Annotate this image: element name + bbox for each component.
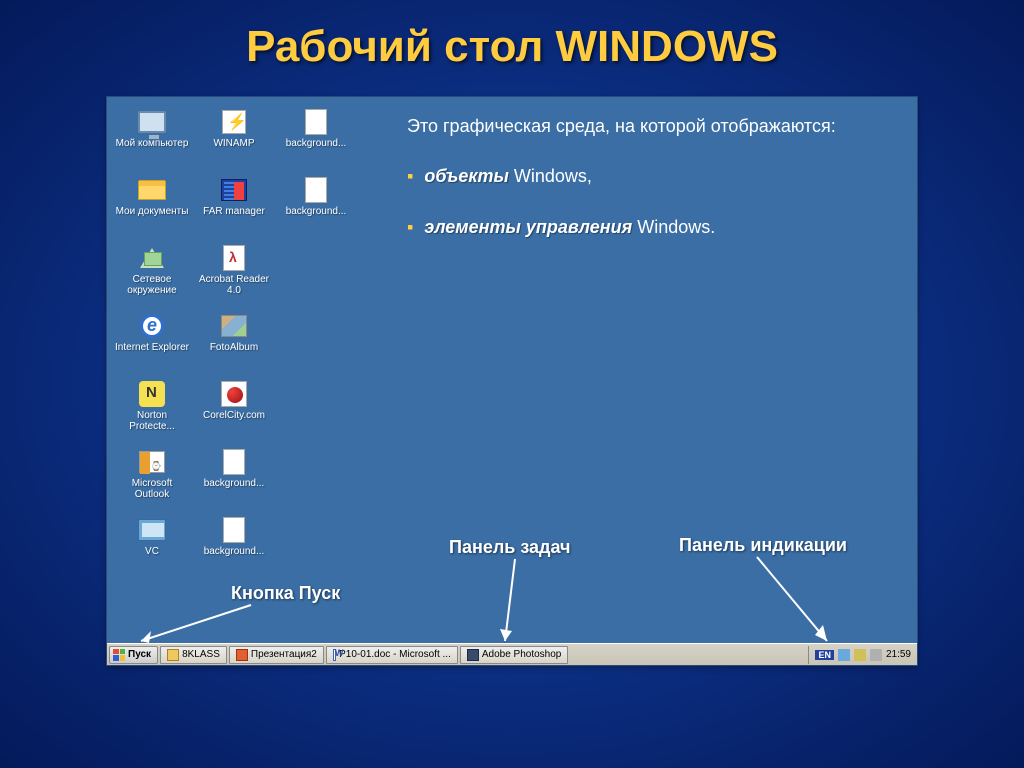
pdf-icon [219, 243, 249, 273]
vc-icon [137, 515, 167, 545]
winamp-icon [219, 107, 249, 137]
desktop-screenshot: Мой компьютер WINAMP background... Мои доку… [106, 96, 918, 666]
desktop-icon[interactable]: VC [111, 513, 193, 581]
desktop-icon[interactable]: background... [193, 445, 275, 513]
icon-label: FotoAlbum [210, 343, 258, 354]
lang-indicator[interactable]: EN [815, 650, 834, 660]
desktop-icon[interactable]: Acrobat Reader 4.0 [193, 241, 275, 309]
taskbar-item[interactable]: Adobe Photoshop [460, 646, 569, 664]
icon-label: Acrobat Reader 4.0 [197, 275, 271, 296]
icon-label: Мой компьютер [116, 139, 189, 150]
desktop-icon[interactable]: Мой компьютер [111, 105, 193, 173]
desktop-icon[interactable]: WINAMP [193, 105, 275, 173]
icon-grid: Мой компьютер WINAMP background... Мои доку… [111, 105, 357, 581]
system-tray: EN 21:59 [808, 646, 917, 664]
desktop-icon[interactable]: CorelCity.com [193, 377, 275, 445]
icon-label: background... [204, 547, 265, 558]
desktop-icon[interactable]: Мои документы [111, 173, 193, 241]
icon-label: Internet Explorer [115, 343, 189, 354]
taskbar-item-label: 8KLASS [182, 649, 220, 660]
slide-title: Рабочий стол WINDOWS [0, 0, 1024, 86]
folder-docs-icon [137, 175, 167, 205]
taskbar-item-label: P10-01.doc - Microsoft ... [339, 649, 451, 660]
desktop-icon[interactable]: Сетевое окружение [111, 241, 193, 309]
callout-start: Кнопка Пуск [231, 583, 340, 604]
app-icon [467, 649, 479, 661]
app-icon [167, 649, 179, 661]
taskbar: Пуск 8KLASS Презентация2 P10-01.doc - Micr… [107, 643, 917, 665]
desktop-icon[interactable]: background... [275, 105, 357, 173]
outlook-icon [137, 447, 167, 477]
taskbar-item-label: Adobe Photoshop [482, 649, 562, 660]
far-icon [219, 175, 249, 205]
intro-line: Это графическая среда, на которой отобра… [407, 115, 897, 138]
app-icon [236, 649, 248, 661]
desktop-icon[interactable]: background... [275, 173, 357, 241]
desktop-icon[interactable]: Internet Explorer [111, 309, 193, 377]
taskbar-item[interactable]: P10-01.doc - Microsoft ... [326, 646, 458, 664]
app-icon [333, 649, 336, 661]
desktop-icon[interactable]: Microsoft Outlook [111, 445, 193, 513]
desktop-area[interactable]: Мой компьютер WINAMP background... Мои доку… [107, 97, 917, 643]
icon-label: background... [286, 207, 347, 218]
taskbar-item[interactable]: 8KLASS [160, 646, 227, 664]
network-icon[interactable] [838, 649, 850, 661]
windows-flag-icon [113, 649, 125, 661]
paint-icon [301, 175, 331, 205]
paint-icon [219, 515, 249, 545]
tray-icon[interactable] [870, 649, 882, 661]
monitor-icon [137, 107, 167, 137]
icon-label: background... [204, 479, 265, 490]
corel-icon [219, 379, 249, 409]
taskbar-item-label: Презентация2 [251, 649, 317, 660]
icon-label: VC [145, 547, 159, 558]
ie-icon [137, 311, 167, 341]
paint-icon [301, 107, 331, 137]
bullet-objects: объекты Windows, [407, 166, 897, 187]
bullet-controls: элементы управления Windows. [407, 217, 897, 238]
description-text: Это графическая среда, на которой отобра… [407, 115, 897, 268]
icon-label: Мои документы [116, 207, 189, 218]
icon-label: Microsoft Outlook [115, 479, 189, 500]
icon-label: Norton Protecte... [115, 411, 189, 432]
network-icon [137, 243, 167, 273]
desktop-icon[interactable]: Norton Protecte... [111, 377, 193, 445]
foto-icon [219, 311, 249, 341]
nav-icon [137, 379, 167, 409]
desktop-icon[interactable]: FotoAlbum [193, 309, 275, 377]
icon-label: Сетевое окружение [115, 275, 189, 296]
start-label: Пуск [128, 649, 151, 660]
icon-label: WINAMP [213, 139, 254, 150]
desktop-icon[interactable]: background... [193, 513, 275, 581]
paint-icon [219, 447, 249, 477]
icon-label: CorelCity.com [203, 411, 265, 422]
start-button[interactable]: Пуск [109, 646, 158, 664]
callout-tray: Панель индикации [679, 535, 847, 556]
icon-label: background... [286, 139, 347, 150]
icon-label: FAR manager [203, 207, 265, 218]
desktop-icon[interactable]: FAR manager [193, 173, 275, 241]
volume-icon[interactable] [854, 649, 866, 661]
callout-taskbar: Панель задач [449, 537, 571, 558]
clock[interactable]: 21:59 [886, 649, 911, 660]
taskbar-item[interactable]: Презентация2 [229, 646, 324, 664]
